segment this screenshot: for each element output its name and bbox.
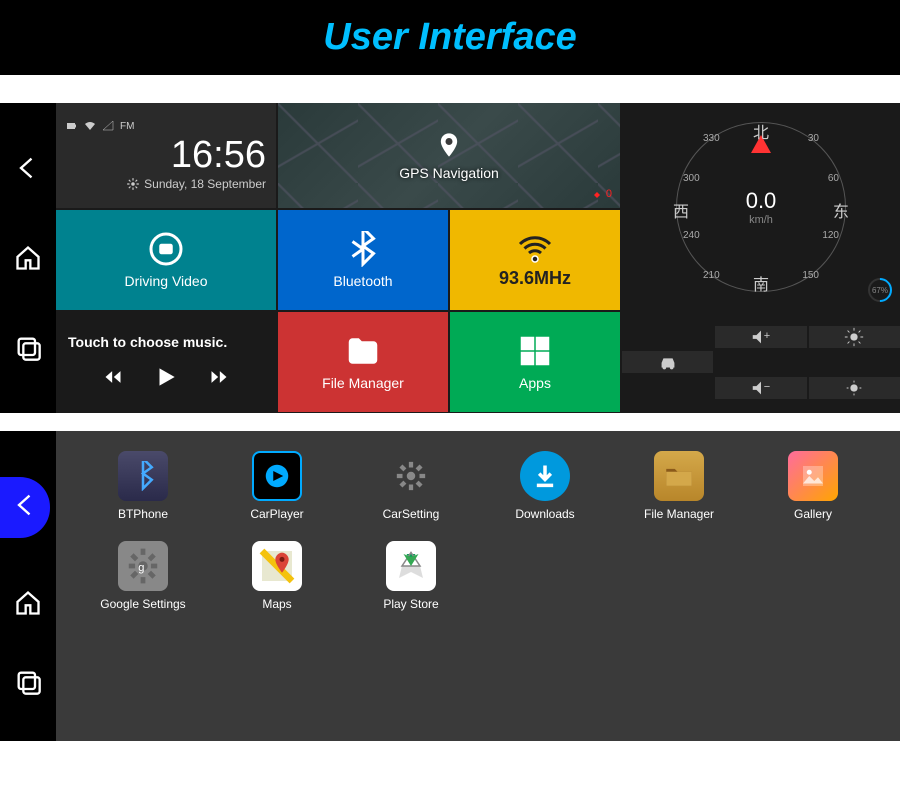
brightness-up-button[interactable]	[809, 326, 900, 348]
downloads-icon	[520, 451, 570, 501]
clock-date: Sunday, 18 September	[66, 177, 266, 191]
clock-time: 16:56	[66, 134, 266, 177]
nav-bar-2	[0, 431, 56, 741]
compass-north: 北	[753, 119, 769, 143]
apps-screen: BTPhone CarPlayer CarSetting Downloads F…	[0, 431, 900, 741]
apps-grid-icon	[517, 333, 553, 369]
gear-icon	[126, 177, 140, 191]
satellite-count: 0	[592, 188, 612, 200]
volume-up-icon: +	[750, 326, 772, 348]
volume-down-button[interactable]: −	[715, 377, 806, 399]
recent-icon[interactable]	[14, 668, 42, 696]
compass-east: 东	[833, 198, 849, 222]
bluetooth-icon	[345, 231, 381, 267]
wifi-icon	[84, 120, 96, 132]
brightness-up-icon	[843, 326, 865, 348]
satellite-icon	[592, 188, 604, 200]
app-maps[interactable]: Maps	[220, 541, 334, 611]
app-play-store[interactable]: Play Store	[354, 541, 468, 611]
app-carplayer[interactable]: CarPlayer	[220, 451, 334, 521]
radio-signal-icon	[517, 232, 553, 268]
folder-icon	[345, 333, 381, 369]
svg-text:−: −	[764, 380, 770, 392]
banner: User Interface	[0, 0, 900, 75]
battery-icon	[66, 120, 78, 132]
app-filemanager[interactable]: File Manager	[622, 451, 736, 521]
driving-video-tile[interactable]: Driving Video	[56, 210, 276, 310]
signal-icon	[102, 120, 114, 132]
home-icon[interactable]	[14, 244, 42, 272]
file-manager-icon	[654, 451, 704, 501]
recent-icon[interactable]	[14, 334, 42, 362]
app-btphone[interactable]: BTPhone	[86, 451, 200, 521]
brightness-down-button[interactable]	[809, 377, 900, 399]
home-screen: FM 16:56 Sunday, 18 September GPS Naviga…	[0, 103, 900, 413]
play-store-icon	[386, 541, 436, 591]
forward-icon[interactable]	[209, 367, 229, 387]
app-downloads[interactable]: Downloads	[488, 451, 602, 521]
gallery-icon	[788, 451, 838, 501]
car-icon	[657, 351, 679, 373]
rewind-icon[interactable]	[103, 367, 123, 387]
banner-title: User Interface	[323, 16, 576, 59]
camera-icon	[148, 231, 184, 267]
svg-text:+: +	[764, 329, 770, 341]
play-icon[interactable]	[153, 364, 179, 390]
location-pin-icon	[435, 131, 463, 159]
gps-tile[interactable]: GPS Navigation 0	[278, 103, 620, 208]
back-button-active[interactable]	[0, 477, 50, 538]
carsetting-icon	[386, 451, 436, 501]
compass-west: 西	[673, 198, 689, 222]
file-manager-tile[interactable]: File Manager	[278, 312, 448, 412]
compass-south: 南	[753, 271, 769, 295]
home-icon[interactable]	[14, 589, 42, 617]
car-mode-button[interactable]	[622, 351, 713, 373]
back-icon[interactable]	[14, 154, 42, 182]
home-grid: FM 16:56 Sunday, 18 September GPS Naviga…	[56, 103, 900, 413]
compass-ring: 0.0 km/h 北 东 南 西 330 30 60 120 150 210 2…	[676, 122, 846, 292]
back-icon	[12, 491, 40, 519]
volume-down-icon: −	[750, 377, 772, 399]
app-grid: BTPhone CarPlayer CarSetting Downloads F…	[86, 451, 870, 611]
gps-label: GPS Navigation	[399, 165, 499, 181]
volume-up-button[interactable]: +	[715, 326, 806, 348]
maps-icon	[252, 541, 302, 591]
app-google-settings[interactable]: g Google Settings	[86, 541, 200, 611]
app-carsetting[interactable]: CarSetting	[354, 451, 468, 521]
clock-tile[interactable]: FM 16:56 Sunday, 18 September	[56, 103, 276, 208]
speed-value: 0.0	[746, 188, 777, 214]
compass-tile[interactable]: 0.0 km/h 北 东 南 西 330 30 60 120 150 210 2…	[622, 103, 900, 310]
btphone-icon	[118, 451, 168, 501]
apps-tile[interactable]: Apps	[450, 312, 620, 412]
music-tile[interactable]: Touch to choose music.	[56, 312, 276, 412]
bluetooth-tile[interactable]: Bluetooth	[278, 210, 448, 310]
svg-text:g: g	[138, 562, 144, 574]
quick-controls: + −	[622, 312, 900, 412]
speed-unit: km/h	[746, 214, 777, 226]
carplayer-icon	[252, 451, 302, 501]
app-gallery[interactable]: Gallery	[756, 451, 870, 521]
music-prompt: Touch to choose music.	[68, 334, 227, 350]
radio-tile[interactable]: 93.6MHz	[450, 210, 620, 310]
brightness-down-icon	[843, 377, 865, 399]
status-bar: FM	[66, 120, 266, 132]
app-drawer: BTPhone CarPlayer CarSetting Downloads F…	[56, 431, 900, 741]
nav-bar	[0, 103, 56, 413]
google-settings-icon: g	[118, 541, 168, 591]
battery-percent: 67%	[868, 278, 892, 302]
radio-label: FM	[120, 121, 134, 132]
